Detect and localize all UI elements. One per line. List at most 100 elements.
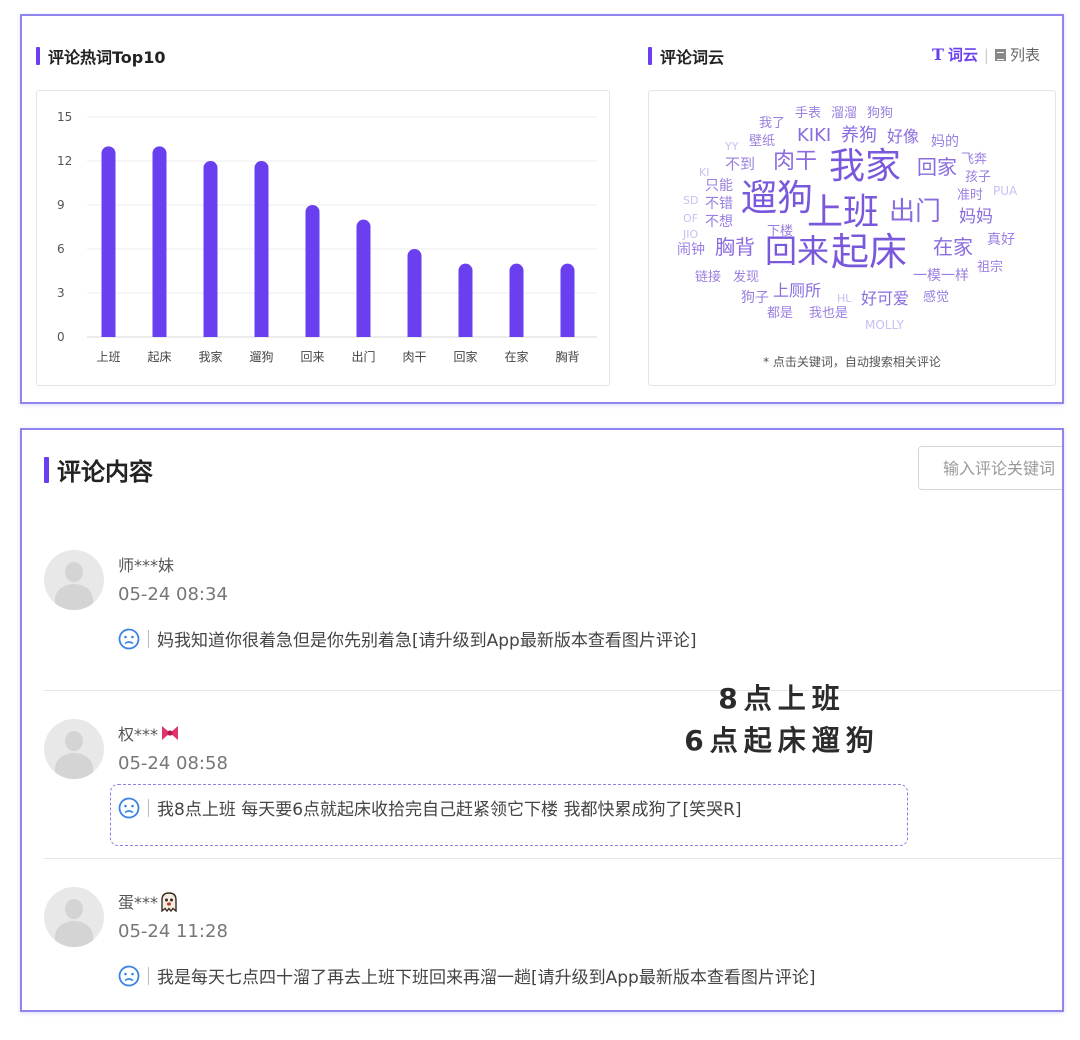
word-cloud-title: 评论词云 [648,44,724,68]
cloud-word[interactable]: 不到 [725,157,755,172]
cloud-word[interactable]: 发现 [733,271,759,284]
cloud-word[interactable]: 好像 [887,129,919,145]
cloud-word[interactable]: 真好 [987,233,1015,247]
x-tick-label: 肉干 [402,350,426,364]
x-tick-label: 我家 [198,349,222,364]
bar-base [458,330,473,337]
cloud-word[interactable]: 狗子 [741,291,769,305]
cloud-word[interactable]: 起床 [831,233,907,271]
comment-divider [44,858,1062,859]
x-tick-label: 遛狗 [249,350,273,364]
y-tick-label: 6 [57,242,65,256]
bar-肉干[interactable] [407,249,422,337]
cloud-word[interactable]: 飞奔 [961,153,987,166]
cloud-word[interactable]: 感觉 [923,291,949,304]
cloud-word[interactable]: 不错 [705,197,733,211]
comment-username[interactable]: 师***妹 [118,552,174,576]
cloud-word[interactable]: 手表 [795,107,821,120]
hot-words-panel: 评论热词Top10 0 3 6 9 12 15 上班 起床 我家 遛狗 回来 出门 肉干 回家 在家 胸背 评… [20,14,1064,404]
bar-chart-svg: 0 3 6 9 12 15 上班 起床 我家 遛狗 回来 出门 肉干 回家 在家 胸背 [57,110,597,364]
cloud-word[interactable]: JIO [683,229,698,240]
cloud-word[interactable]: 只能 [705,179,733,193]
cloud-word[interactable]: 在家 [933,237,973,257]
cloud-word[interactable]: 胸背 [715,237,755,257]
cloud-word[interactable]: 上厕所 [773,283,821,299]
bar-在家[interactable] [509,263,524,337]
word-cloud-card: 我了 手表 溜溜 狗狗 YY 壁纸 KIKI 养狗 好像 妈的不到 肉干 我家 回家 飞奔 KI 孩子只能准时… [648,90,1056,386]
x-tick-label: 回来 [300,350,324,364]
cloud-word[interactable]: 遛狗 [741,181,813,217]
bar-遛狗[interactable] [254,161,269,337]
title-accent-bar [36,47,40,65]
sentiment-neutral-icon [118,628,140,650]
cloud-word[interactable]: SD [683,195,698,206]
comment-body: 我是每天七点四十溜了再去上班下班回来再溜一趟[请升级到App最新版本查看图片评论… [118,963,815,988]
cloud-word[interactable]: YY [725,141,738,152]
annotation-line-1: 8点上班 [718,682,846,715]
divider [148,629,149,648]
cloud-word[interactable]: 妈的 [931,135,959,149]
cloud-word[interactable]: 都是 [767,307,793,320]
avatar[interactable] [44,550,104,610]
hot-words-title-text: 评论热词Top10 [48,48,166,67]
cloud-word[interactable]: 出门 [889,199,941,225]
bar-base [407,330,422,337]
cloud-word[interactable]: 不想 [705,215,733,229]
cloud-word[interactable]: 一模一样 [913,269,969,283]
cloud-word[interactable]: 回来 [765,235,829,267]
cloud-word[interactable]: 我了 [759,117,785,130]
cloud-word[interactable]: 我也是 [809,307,848,320]
avatar[interactable] [44,887,104,947]
cloud-word[interactable]: 上班 [807,195,879,231]
title-accent-bar [44,456,49,483]
cloud-word[interactable]: 准时 [957,189,983,202]
word-cloud-title-text: 评论词云 [660,48,725,67]
cloud-word[interactable]: KI [699,167,709,178]
cloud-word[interactable]: 肉干 [773,151,817,173]
text-icon: T [932,45,944,64]
bar-起床[interactable] [152,146,167,337]
bow-emoji-icon [160,724,179,742]
x-tick-label: 上班 [96,350,120,364]
cloud-word[interactable]: 壁纸 [749,135,775,148]
bar-base [560,330,575,337]
bar-我家[interactable] [203,161,218,337]
cloud-word[interactable]: 孩子 [965,171,991,184]
cloud-word[interactable]: 祖宗 [977,261,1003,274]
bar-上班[interactable] [101,146,116,337]
cloud-view-button[interactable]: T 词云 [932,44,978,65]
cloud-word[interactable]: OF [683,213,698,224]
cloud-word[interactable]: 养狗 [841,127,877,145]
comments-panel: 评论内容 师***妹 05-24 08:34 妈我知道你很着急但是你先别着急[请… [20,428,1064,1012]
cloud-word[interactable]: MOLLY [865,319,904,331]
annotation-line-2: 6点起床遛狗 [684,724,880,757]
cloud-word[interactable]: 回家 [917,157,957,177]
view-toggle: T 词云 | 列表 [932,44,1040,65]
cloud-word[interactable]: 溜溜 [831,107,857,120]
comment-username[interactable]: 蛋*** [118,889,178,913]
cloud-word[interactable]: 闹钟 [677,243,705,257]
comment-timestamp: 05-24 08:34 [118,584,228,605]
y-tick-label: 12 [57,154,72,168]
highlighted-comment-outline [110,784,908,846]
bar-回来[interactable] [305,205,320,337]
bar-回家[interactable] [458,263,473,337]
cloud-word[interactable]: HL [837,293,851,304]
avatar[interactable] [44,719,104,779]
comment-timestamp: 05-24 08:58 [118,753,228,774]
cloud-word[interactable]: 我家 [829,149,901,185]
cloud-word[interactable]: 狗狗 [867,107,893,120]
cloud-word[interactable]: 妈妈 [959,209,993,226]
cloud-word[interactable]: PUA [993,185,1017,197]
bar-胸背[interactable] [560,263,575,337]
cloud-word[interactable]: 好可爱 [861,291,909,307]
comment-search-input[interactable] [918,446,1062,490]
comment-username[interactable]: 权*** [118,721,179,745]
list-view-button[interactable]: 列表 [994,44,1040,65]
bar-出门[interactable] [356,219,371,337]
bar-base [203,330,218,337]
username-text: 蛋*** [118,893,159,912]
x-tick-label: 起床 [147,350,171,364]
cloud-word[interactable]: 链接 [695,271,721,284]
cloud-word[interactable]: KIKI [797,127,831,145]
